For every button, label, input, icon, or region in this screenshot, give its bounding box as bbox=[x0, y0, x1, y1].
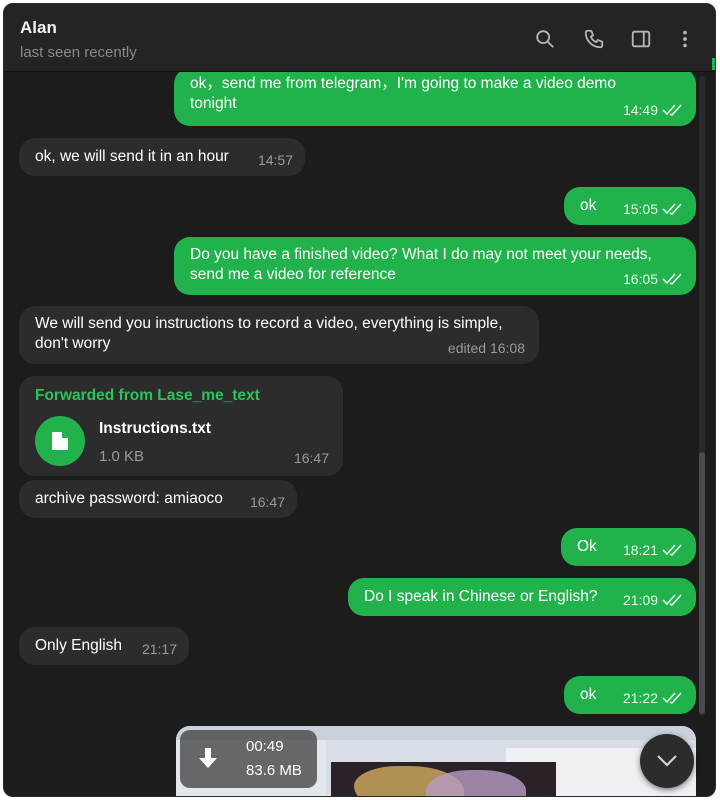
message-time: 14:57 bbox=[257, 152, 293, 168]
message-text: archive password: amiaoco bbox=[35, 490, 223, 507]
message-text: Do you have a finished video? What I do … bbox=[190, 246, 652, 283]
message-meta: 21:22 bbox=[623, 688, 684, 708]
contact-name[interactable]: Alan bbox=[20, 18, 57, 38]
message-time: 15:05 bbox=[622, 201, 658, 217]
double-check-icon bbox=[662, 273, 682, 285]
video-size: 83.6 MB bbox=[246, 762, 302, 779]
message-time: 16:47 bbox=[293, 450, 329, 466]
message-meta: edited 16:08 bbox=[448, 338, 525, 358]
double-check-icon bbox=[662, 203, 682, 215]
double-check-icon bbox=[662, 544, 682, 556]
more-vertical-icon[interactable] bbox=[672, 26, 698, 52]
chevron-down-icon bbox=[657, 755, 677, 767]
search-icon[interactable] bbox=[532, 26, 558, 52]
scrollbar-thumb[interactable] bbox=[699, 452, 705, 714]
scroll-down-button[interactable] bbox=[640, 734, 694, 788]
message-time: 21:09 bbox=[622, 592, 658, 608]
message-time: 18:21 bbox=[622, 542, 658, 558]
message-text: ok，send me from telegram，I'm going to ma… bbox=[190, 75, 616, 112]
message-text: We will send you instructions to record … bbox=[35, 315, 503, 352]
double-check-icon bbox=[662, 104, 682, 116]
phone-icon[interactable] bbox=[581, 26, 607, 52]
download-icon[interactable] bbox=[196, 746, 220, 772]
file-size: 1.0 KB bbox=[99, 448, 145, 465]
message-incoming[interactable]: Only English 21:17 bbox=[19, 627, 189, 665]
message-time: 21:17 bbox=[141, 641, 177, 657]
contact-status: last seen recently bbox=[20, 44, 137, 61]
message-outgoing[interactable]: ok 21:22 bbox=[564, 676, 696, 714]
sidebar-toggle-icon[interactable] bbox=[628, 26, 654, 52]
unread-indicator bbox=[712, 58, 715, 70]
message-meta: 16:05 bbox=[623, 269, 684, 289]
file-name[interactable]: Instructions.txt bbox=[99, 419, 211, 439]
message-list[interactable]: ok，send me from telegram，I'm going to ma… bbox=[4, 72, 715, 796]
message-incoming-file[interactable]: Forwarded from Lase_me_text Instructions… bbox=[19, 376, 343, 476]
video-download-badge[interactable]: 00:49 83.6 MB bbox=[180, 730, 317, 788]
forwarded-label[interactable]: Forwarded from Lase_me_text bbox=[35, 386, 260, 406]
double-check-icon bbox=[662, 594, 682, 606]
message-outgoing[interactable]: Do you have a finished video? What I do … bbox=[174, 237, 696, 295]
message-outgoing[interactable]: ok，send me from telegram，I'm going to ma… bbox=[174, 72, 696, 126]
message-meta: 16:47 bbox=[250, 492, 285, 512]
chat-header: Alan last seen recently bbox=[4, 4, 715, 72]
message-meta: 21:09 bbox=[623, 590, 684, 610]
message-text: ok bbox=[580, 197, 597, 214]
video-duration: 00:49 bbox=[246, 738, 284, 755]
message-incoming[interactable]: ok, we will send it in an hour 14:57 bbox=[19, 138, 305, 176]
message-time: edited 16:08 bbox=[447, 340, 525, 356]
file-icon[interactable] bbox=[35, 416, 85, 466]
message-meta: 14:49 bbox=[623, 100, 684, 120]
message-text: ok bbox=[580, 686, 597, 703]
message-time: 16:47 bbox=[249, 494, 285, 510]
message-incoming[interactable]: archive password: amiaoco 16:47 bbox=[19, 480, 297, 518]
chat-window: Alan last seen recently ok，send me from … bbox=[3, 3, 716, 797]
message-text: Do I speak in Chinese or English? bbox=[364, 588, 598, 605]
message-meta: 16:47 bbox=[294, 448, 329, 468]
message-meta: 14:57 bbox=[258, 150, 293, 170]
message-time: 14:49 bbox=[622, 102, 658, 118]
message-text: Only English bbox=[35, 637, 123, 654]
message-text: ok, we will send it in an hour bbox=[35, 148, 229, 165]
message-meta: 21:17 bbox=[142, 639, 177, 659]
message-incoming[interactable]: We will send you instructions to record … bbox=[19, 306, 539, 364]
message-text: Ok bbox=[577, 538, 597, 555]
message-meta: 15:05 bbox=[623, 199, 684, 219]
double-check-icon bbox=[662, 692, 682, 704]
message-time: 21:22 bbox=[622, 690, 658, 706]
message-meta: 18:21 bbox=[623, 540, 684, 560]
message-time: 16:05 bbox=[622, 271, 658, 287]
message-outgoing[interactable]: Do I speak in Chinese or English? 21:09 bbox=[348, 578, 696, 616]
message-outgoing[interactable]: ok 15:05 bbox=[564, 187, 696, 225]
message-outgoing[interactable]: Ok 18:21 bbox=[561, 528, 696, 566]
